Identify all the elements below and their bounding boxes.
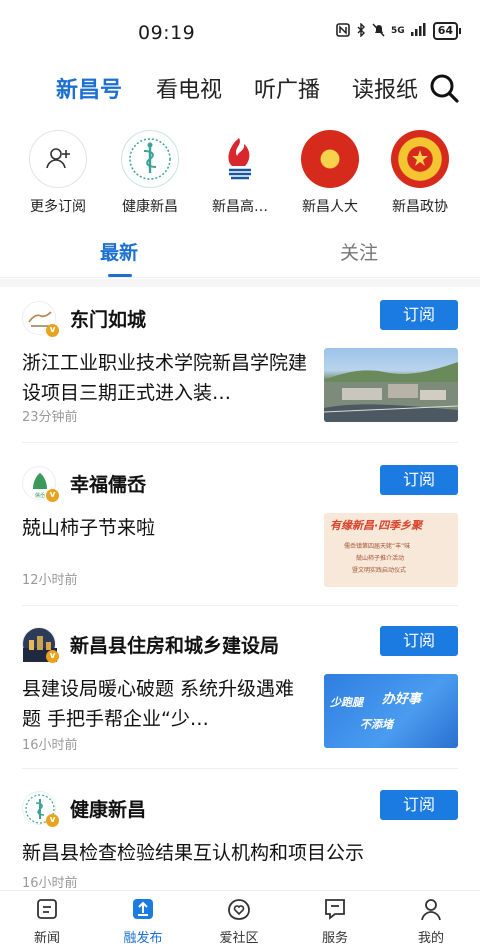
divider — [22, 768, 458, 769]
add-user-icon — [29, 130, 87, 188]
divider — [22, 442, 458, 443]
author-name[interactable]: 新昌县住房和城乡建设局 — [70, 631, 279, 658]
nav-label: 新闻 — [33, 931, 60, 946]
sub-xinchang-high[interactable]: 新昌高… — [192, 130, 288, 216]
bottom-nav: 新闻 融发布 爱社区 服务 我的 — [0, 890, 480, 950]
thumb-caption: 兢山柿子推介活动 — [356, 555, 405, 562]
article-thumbnail[interactable] — [324, 348, 458, 422]
sub-more[interactable]: 更多订阅 — [10, 130, 106, 216]
network-type: 5G — [391, 26, 405, 36]
fire-logo-icon — [211, 130, 269, 188]
article-time: 12小时前 — [22, 573, 78, 588]
cppcc-emblem-icon — [391, 130, 449, 188]
author-name[interactable]: 健康新昌 — [70, 795, 146, 822]
search-icon[interactable] — [428, 72, 460, 104]
article-time: 23分钟前 — [22, 410, 78, 425]
sub-label: 更多订阅 — [30, 199, 86, 215]
avatar[interactable]: v — [22, 791, 59, 827]
article-title[interactable]: 县建设局暖心破题 系统升级遇难题 手把手帮企业“少… — [22, 674, 312, 734]
sub-xinchang-npc[interactable]: 新昌人大 — [282, 130, 378, 216]
thumb-caption: 儒岙镇第四届天姥“丰”味 — [344, 543, 411, 550]
mute-icon — [372, 22, 385, 40]
health-logo-icon — [121, 130, 179, 188]
thumb-caption: 少跑腿 — [330, 696, 363, 709]
thumb-caption: 暨文明实践启动仪式 — [352, 567, 407, 574]
tab-latest[interactable]: 最新 — [100, 238, 138, 265]
article-card[interactable]: v 新昌县住房和城乡建设局 订阅 县建设局暖心破题 系统升级遇难题 手把手帮企业… — [0, 626, 480, 769]
nav-label: 爱社区 — [219, 931, 259, 946]
tab-following[interactable]: 关注 — [340, 238, 378, 265]
author-name[interactable]: 东门如城 — [70, 305, 146, 332]
verified-badge-icon: v — [46, 324, 59, 337]
subscribe-button[interactable]: 订阅 — [380, 790, 458, 820]
feed-tabs: 最新 关注 — [0, 232, 480, 278]
news-icon — [37, 899, 57, 919]
tab-listen-radio[interactable]: 听广播 — [254, 72, 320, 104]
status-icons: 5G 64 — [336, 21, 462, 40]
subscribe-button[interactable]: 订阅 — [380, 300, 458, 330]
subscribe-button[interactable]: 订阅 — [380, 465, 458, 495]
service-icon — [325, 899, 345, 920]
article-card[interactable]: 儒岙 v 幸福儒岙 订阅 兢山柿子节来啦 12小时前 有缘新昌·四季乡聚 儒岙镇… — [0, 465, 480, 606]
nav-profile[interactable]: 我的 — [396, 897, 466, 946]
channel-tabs: 新昌号 看电视 听广播 读报纸 — [0, 72, 480, 104]
thumb-caption: 不添堵 — [360, 718, 393, 731]
nav-label: 融发布 — [123, 931, 163, 946]
tab-underline — [108, 274, 132, 277]
tab-watch-tv[interactable]: 看电视 — [156, 72, 222, 104]
verified-badge-icon: v — [46, 814, 59, 827]
avatar[interactable]: v — [22, 301, 59, 337]
verified-badge-icon: v — [46, 650, 59, 663]
tab-xinchanghao[interactable]: 新昌号 — [56, 72, 122, 104]
sub-label: 新昌政协 — [392, 199, 448, 215]
sub-label: 健康新昌 — [122, 199, 178, 215]
sub-xinchang-cppcc[interactable]: 新昌政协 — [372, 130, 468, 216]
sub-label: 新昌高… — [212, 199, 268, 215]
sub-label: 新昌人大 — [302, 199, 358, 215]
nav-service[interactable]: 服务 — [300, 897, 370, 946]
status-time: 09:19 — [138, 22, 196, 44]
thumb-headline: 有缘新昌·四季乡聚 — [330, 519, 423, 532]
avatar[interactable]: 儒岙 v — [22, 466, 59, 502]
subscription-row: 更多订阅 健康新昌 新昌高… 新昌人大 新昌政协 — [0, 130, 480, 220]
profile-icon — [421, 899, 441, 921]
thumb-caption: 办好事 — [382, 692, 422, 707]
article-title[interactable]: 兢山柿子节来啦 — [22, 513, 312, 543]
publish-icon — [133, 899, 153, 919]
article-thumbnail[interactable]: 少跑腿 办好事 不添堵 — [324, 674, 458, 748]
article-thumbnail[interactable]: 有缘新昌·四季乡聚 儒岙镇第四届天姥“丰”味 兢山柿子推介活动 暨文明实践启动仪… — [324, 513, 458, 587]
nav-community[interactable]: 爱社区 — [204, 897, 274, 946]
nav-news[interactable]: 新闻 — [12, 897, 82, 946]
avatar[interactable]: v — [22, 627, 59, 663]
article-card[interactable]: v 东门如城 订阅 浙江工业职业技术学院新昌学院建设项目三期正式进入装… 23分… — [0, 300, 480, 443]
subscribe-button[interactable]: 订阅 — [380, 626, 458, 656]
nav-label: 我的 — [417, 931, 444, 946]
article-card[interactable]: v 健康新昌 订阅 新昌县检查检验结果互认机构和项目公示 16小时前 — [0, 790, 480, 891]
divider — [22, 605, 458, 606]
sub-health-xinchang[interactable]: 健康新昌 — [102, 130, 198, 216]
author-name[interactable]: 幸福儒岙 — [70, 470, 146, 497]
nav-label: 服务 — [321, 931, 348, 946]
signal-icon — [410, 23, 427, 39]
nfc-icon — [336, 22, 350, 40]
tab-read-newspaper[interactable]: 读报纸 — [352, 72, 418, 104]
battery-indicator: 64 — [432, 22, 462, 40]
article-title[interactable]: 新昌县检查检验结果互认机构和项目公示 — [22, 838, 458, 868]
nav-publish[interactable]: 融发布 — [108, 897, 178, 946]
article-time: 16小时前 — [22, 876, 78, 891]
svg-text:儒岙: 儒岙 — [35, 492, 45, 499]
article-title[interactable]: 浙江工业职业技术学院新昌学院建设项目三期正式进入装… — [22, 348, 312, 408]
community-icon — [228, 899, 250, 920]
divider — [0, 279, 480, 287]
status-bar: 09:19 5G 64 — [0, 0, 480, 60]
bluetooth-icon — [356, 21, 366, 40]
national-emblem-icon — [301, 130, 359, 188]
article-time: 16小时前 — [22, 738, 78, 753]
verified-badge-icon: v — [46, 489, 59, 502]
